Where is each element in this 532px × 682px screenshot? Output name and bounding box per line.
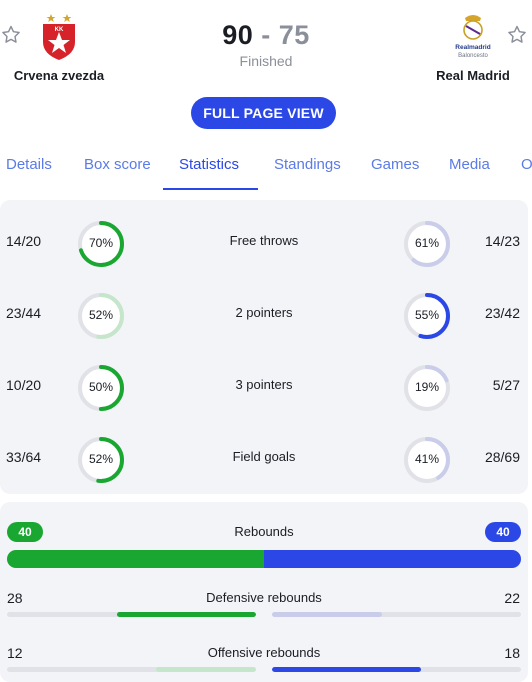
away-rebounds-bar [264,550,521,568]
real-madrid-logo: Realmadrid Baloncesto [418,10,528,62]
away-stat-value: 28/69 [484,449,520,465]
svg-text:Baloncesto: Baloncesto [458,53,488,59]
rebounds-summary: 40 Rebounds 40 [0,522,528,552]
home-rebounds-bar [7,550,264,568]
full-page-view-button[interactable]: FULL PAGE VIEW [191,97,336,129]
stat-row: 33/64 52% Field goals 41% 28/69 [0,429,528,489]
tab-box-score[interactable]: Box score [84,156,151,173]
tab-media[interactable]: Media [449,156,490,173]
score-separator: - [261,20,271,50]
stat-row: 14/20 70% Free throws 61% 14/23 [0,213,528,273]
tab-games[interactable]: Games [371,156,419,173]
away-stat-bar [272,612,521,617]
away-score: 75 [278,20,310,50]
rebound-row: 12 Offensive rebounds 18 [0,645,528,681]
away-percentage-ring: 19% [402,363,452,413]
stat-label: Defensive rebounds [206,590,322,605]
away-percentage: 19% [414,380,440,394]
away-percentage-ring: 55% [402,291,452,341]
stat-row: 10/20 50% 3 pointers 19% 5/27 [0,357,528,417]
tab-standings[interactable]: Standings [274,156,341,173]
tab-statistics[interactable]: Statistics [179,156,239,173]
away-percentage: 55% [414,308,440,322]
away-percentage: 41% [414,452,440,466]
active-tab-indicator [163,188,258,190]
away-percentage-ring: 41% [402,435,452,485]
match-tabs: Details Box score Statistics Standings G… [0,146,532,192]
stat-label: Offensive rebounds [207,645,321,660]
away-percentage: 61% [414,236,440,250]
away-stat-value: 23/42 [484,305,520,321]
away-rebounds-badge: 40 [485,522,521,542]
away-percentage-ring: 61% [402,219,452,269]
away-stat-value: 5/27 [492,377,520,393]
stat-row: 23/44 52% 2 pointers 55% 23/42 [0,285,528,345]
tab-details[interactable]: Details [6,156,52,173]
home-stat-bar [7,667,256,672]
away-stat-bar [272,667,521,672]
rebounds-label: Rebounds [234,524,294,539]
svg-text:Realmadrid: Realmadrid [455,44,490,51]
away-stat-value: 22 [504,590,520,606]
away-team[interactable]: Realmadrid Baloncesto Real Madrid [418,10,528,83]
away-stat-value: 14/23 [484,233,520,249]
rebound-row: 28 Defensive rebounds 22 [0,590,528,626]
home-team-name: Crvena zvezda [13,68,105,83]
away-stat-value: 18 [504,645,520,661]
away-team-name: Real Madrid [436,68,510,83]
home-score: 90 [222,20,254,50]
rebounds-comparison-bar [7,550,521,568]
shooting-stats-card: 14/20 70% Free throws 61% 14/23 23/44 52% 2 poi… [0,200,528,494]
match-header: KK Crvena zvezda 90 - 75 Finished Realma… [0,0,532,96]
rebounds-card: 40 Rebounds 40 28 Defensive rebounds 22 12 O… [0,502,528,682]
home-stat-bar [7,612,256,617]
tab-overflow[interactable]: O [521,156,532,173]
